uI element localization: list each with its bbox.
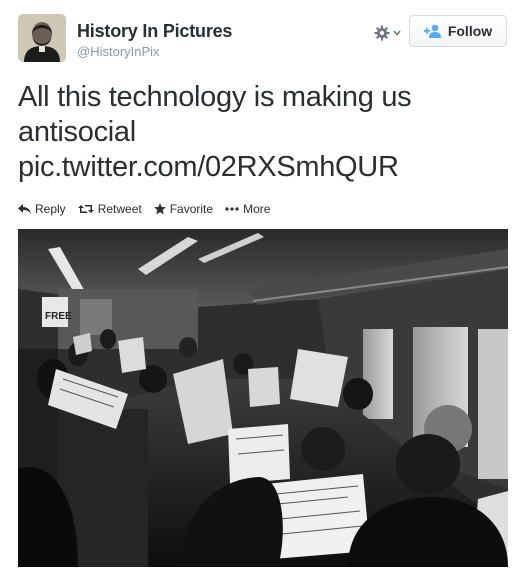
portrait-avatar-icon [18,14,66,62]
tweet-actions: Reply Retweet Favorite More [18,202,282,216]
more-icon [225,207,239,211]
more-label: More [243,202,271,216]
retweet-button[interactable]: Retweet [77,202,142,216]
user-handle[interactable]: @HistoryInPix [77,44,160,59]
free-sign-text: FREE [45,311,72,322]
train-commuters-photo: FREE [18,229,508,567]
favorite-button[interactable]: Favorite [153,202,214,216]
tweet-photo[interactable]: FREE [18,229,508,567]
tweet-line: All this technology is making us [18,81,412,113]
reply-label: Reply [35,202,66,216]
retweet-label: Retweet [97,202,142,216]
add-user-icon [423,24,441,38]
display-name[interactable]: History In Pictures [77,21,232,42]
reply-icon [18,204,31,214]
follow-button[interactable]: Follow [409,15,507,47]
tweet-media-link[interactable]: pic.twitter.com/02RXSmhQUR [18,150,518,185]
tweet-line: antisocial [18,116,136,148]
avatar[interactable] [18,14,66,62]
chevron-down-icon [393,30,401,36]
tweet-text: All this technology is making us antisoc… [18,80,518,185]
more-button[interactable]: More [225,202,270,216]
star-icon [153,203,166,215]
reply-button[interactable]: Reply [18,202,66,216]
retweet-icon [77,205,94,213]
settings-menu[interactable] [374,24,402,42]
follow-label: Follow [447,23,493,39]
favorite-label: Favorite [169,202,214,216]
gear-icon [374,25,390,41]
